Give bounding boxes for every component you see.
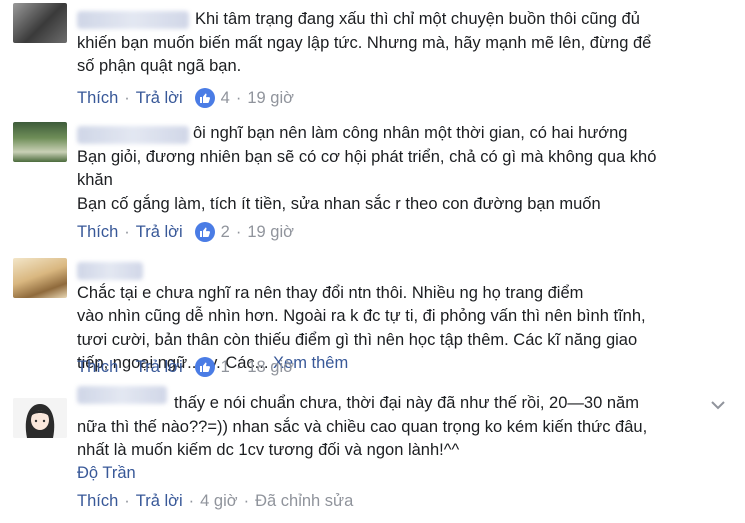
reaction-count[interactable]: 2 [221,223,230,242]
timestamp[interactable]: 19 giờ [247,223,294,242]
separator-dot: · [235,357,242,376]
like-link[interactable]: Thích [77,492,118,511]
comment-text: thấy e nói chuẩn chưa, thời đại này đã n… [77,394,648,459]
separator-dot: · [188,491,195,510]
comment-actions: Thích · Trả lời 1 · 18 giờ [77,355,294,379]
thumbs-up-icon[interactable] [194,222,215,242]
thumbs-up-icon[interactable] [194,88,215,108]
like-link[interactable]: Thích [77,358,118,377]
avatar[interactable] [13,258,67,298]
avatar[interactable] [13,122,67,162]
separator-dot: · [243,491,250,510]
edited-label[interactable]: Đã chỉnh sửa [255,492,353,511]
separator-dot: · [235,88,242,107]
like-link[interactable]: Thích [77,223,118,242]
comment-text: ôi nghĩ bạn nên làm công nhân một thời g… [77,124,657,213]
comment-actions: Thích · Trả lời 4 · 19 giờ [77,86,294,110]
reply-link[interactable]: Trả lời [136,89,183,108]
reply-link[interactable]: Trả lời [136,358,183,377]
reaction-count[interactable]: 1 [221,358,230,377]
reply-link[interactable]: Trả lời [136,223,183,242]
separator-dot: · [235,222,242,241]
timestamp[interactable]: 19 giờ [247,89,294,108]
tagged-name-link[interactable]: Độ Trần [77,464,136,483]
timestamp[interactable]: 4 giờ [200,492,237,511]
separator-dot: · [124,222,130,241]
reaction-count[interactable]: 4 [221,89,230,108]
separator-dot: · [124,357,130,376]
separator-dot: · [124,491,130,510]
comment-actions: Thích · Trả lời · 4 giờ · Đã chỉnh sửa [77,489,353,513]
avatar[interactable] [13,3,67,43]
timestamp[interactable]: 18 giờ [247,358,294,377]
comment-text: Khi tâm trạng đang xấu thì chỉ một chuyệ… [77,10,652,75]
comment-actions: Thích · Trả lời 2 · 19 giờ [77,220,294,244]
thumbs-up-icon[interactable] [194,357,215,377]
reply-link[interactable]: Trả lời [136,492,183,511]
like-link[interactable]: Thích [77,89,118,108]
separator-dot: · [124,88,130,107]
avatar[interactable] [13,398,67,438]
chevron-down-icon[interactable] [709,398,727,412]
